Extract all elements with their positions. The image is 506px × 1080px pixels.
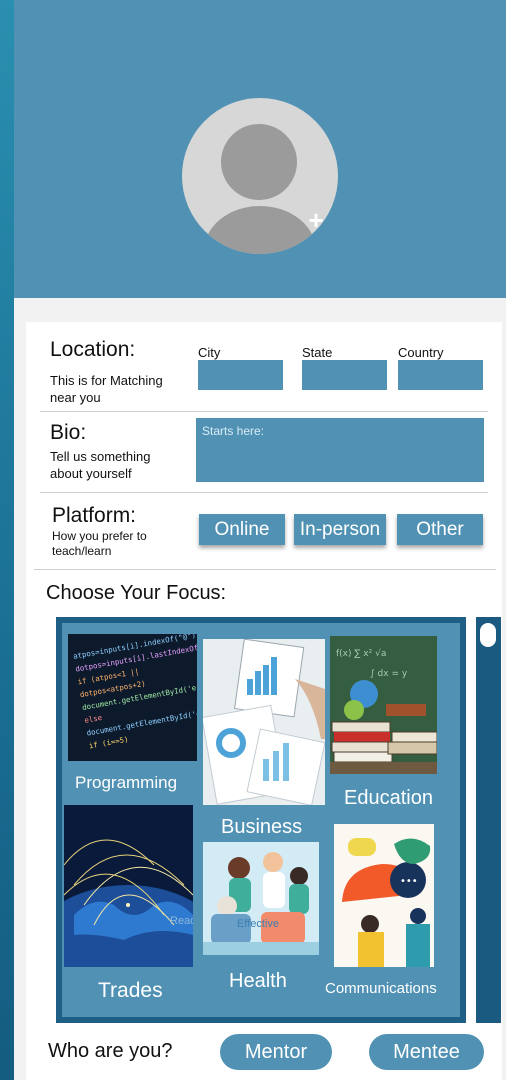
bio-help: Tell us something about yourself — [50, 449, 151, 481]
tile-overlay-text: Effective — [237, 918, 279, 930]
mentee-button[interactable]: Mentee — [369, 1034, 484, 1070]
city-input[interactable] — [198, 360, 283, 390]
tile-health[interactable]: Effective — [203, 842, 319, 955]
svg-text:f(x) ∑ x² √a: f(x) ∑ x² √a — [336, 648, 386, 659]
who-are-you-label: Who are you? — [48, 1040, 173, 1062]
code-snippet: atpos=inputs[i].indexOf("@"); dotpos=inp… — [72, 634, 197, 752]
profile-header: + — [14, 0, 506, 298]
profile-setup-screen: + Location: This is for Matching near yo… — [14, 0, 506, 1080]
bio-textarea[interactable]: Starts here: — [196, 418, 484, 482]
education-books-image: f(x) ∑ x² √a ∫ dx = y — [330, 636, 437, 774]
focus-scrollbar[interactable] — [476, 617, 501, 1023]
tile-label-trades: Trades — [98, 979, 163, 1002]
country-label: Country — [398, 345, 444, 360]
tile-business[interactable] — [203, 639, 325, 805]
platform-online-button[interactable]: Online — [199, 514, 285, 545]
tile-label-programming: Programming — [75, 773, 178, 792]
location-help: This is for Matching near you — [50, 373, 163, 405]
focus-title: Choose Your Focus: — [46, 582, 227, 604]
platform-help: How you prefer to teach/learn — [52, 529, 147, 558]
mentor-button[interactable]: Mentor — [220, 1034, 332, 1070]
health-people-image — [203, 842, 319, 955]
location-label: Location: — [50, 338, 136, 361]
trades-globe-image — [64, 805, 193, 967]
platform-in-person-button[interactable]: In-person — [294, 514, 386, 545]
bio-label: Bio: — [50, 421, 87, 444]
tile-trades[interactable]: Read — [64, 805, 193, 967]
scroll-thumb[interactable] — [480, 623, 496, 647]
tile-label-communications: Communications — [325, 980, 437, 997]
tile-programming[interactable]: atpos=inputs[i].indexOf("@"); dotpos=inp… — [68, 634, 197, 761]
svg-text:∫ dx = y: ∫ dx = y — [370, 669, 408, 679]
avatar-body — [204, 206, 316, 254]
tile-label-health: Health — [229, 970, 287, 992]
city-label: City — [198, 345, 221, 360]
tile-education[interactable]: f(x) ∑ x² √a ∫ dx = y — [330, 636, 437, 774]
svg-text:•••: ••• — [400, 876, 418, 887]
tile-overlay-text: Read — [170, 915, 193, 927]
divider — [34, 569, 496, 570]
focus-grid: atpos=inputs[i].indexOf("@"); dotpos=inp… — [56, 617, 466, 1023]
platform-label: Platform: — [52, 504, 137, 527]
state-label: State — [302, 345, 333, 360]
tile-communications[interactable]: ••• — [334, 824, 434, 967]
communications-chat-image: ••• — [334, 824, 434, 967]
business-chart-image — [203, 639, 325, 805]
country-input[interactable] — [398, 360, 483, 390]
plus-icon[interactable]: + — [304, 207, 328, 233]
avatar-head — [221, 124, 297, 200]
tile-label-education: Education — [344, 787, 433, 809]
divider — [40, 411, 488, 412]
platform-other-button[interactable]: Other — [397, 514, 483, 545]
state-input[interactable] — [302, 360, 387, 390]
divider — [40, 492, 488, 493]
tile-label-business: Business — [221, 816, 303, 838]
